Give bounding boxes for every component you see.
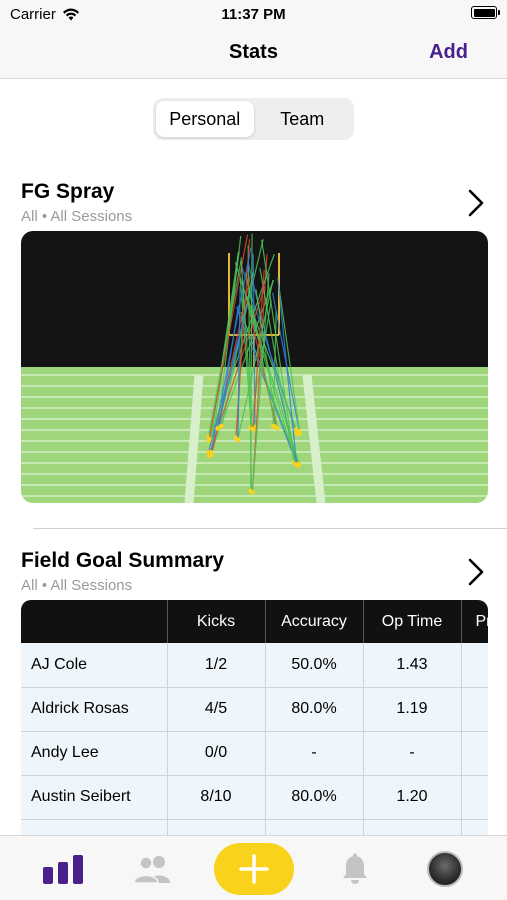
op-time-cell: 1.43: [363, 643, 462, 688]
kick-spot: [250, 426, 255, 432]
table-row[interactable]: AJ Cole 1/2 50.0% 1.43: [21, 643, 488, 688]
clock: 11:37 PM: [221, 6, 286, 23]
player-name: AJ Cole: [21, 643, 168, 688]
player-name: [21, 819, 168, 836]
kick-spot: [207, 436, 212, 442]
pr-cell: [461, 775, 488, 820]
table-row[interactable]: Andy Lee 0/0 - -: [21, 731, 488, 776]
kicks-cell: 4/5: [167, 687, 266, 732]
field-goal-summary-table[interactable]: Kicks Accuracy Op Time Pr AJ Cole 1/2 50…: [21, 600, 488, 836]
table-header-row: Kicks Accuracy Op Time Pr: [21, 600, 488, 643]
header-kicks[interactable]: Kicks: [167, 600, 266, 643]
field-goal-summary-subtitle: All • All Sessions: [21, 577, 133, 594]
header-op-time[interactable]: Op Time: [363, 600, 462, 643]
op-time-cell: [363, 819, 462, 836]
add-kick-button[interactable]: [214, 843, 294, 895]
tab-team[interactable]: [120, 836, 185, 900]
table-row[interactable]: [21, 819, 488, 836]
table-row[interactable]: Aldrick Rosas 4/5 80.0% 1.19: [21, 687, 488, 732]
pr-cell: [461, 687, 488, 732]
field-goal-summary-chevron-right-icon[interactable]: [463, 557, 487, 587]
kicks-cell: [167, 819, 266, 836]
kick-spot: [235, 437, 241, 443]
fg-spray-canvas: [21, 231, 488, 503]
op-time-cell: -: [363, 731, 462, 776]
personal-team-segmented-control: Personal Team: [153, 98, 354, 140]
field-goal-summary-title: Field Goal Summary: [21, 549, 225, 572]
player-name: Austin Seibert: [21, 775, 168, 820]
tab-profile[interactable]: [412, 836, 477, 900]
op-time-cell: 1.19: [363, 687, 462, 732]
accuracy-cell: -: [265, 731, 364, 776]
segment-team[interactable]: Team: [254, 101, 352, 137]
kicks-cell: 1/2: [167, 643, 266, 688]
kicks-cell: 0/0: [167, 731, 266, 776]
tab-notifications[interactable]: [322, 836, 387, 900]
kick-spot: [250, 490, 255, 495]
accuracy-cell: [265, 819, 364, 836]
bell-icon: [342, 853, 367, 884]
kick-spot: [208, 450, 214, 455]
table-row[interactable]: Austin Seibert 8/10 80.0% 1.20: [21, 775, 488, 820]
navigation-bar: Stats Add: [0, 30, 507, 79]
pr-cell: [461, 819, 488, 836]
kicks-cell: 8/10: [167, 775, 266, 820]
fg-spray-chevron-right-icon[interactable]: [463, 188, 487, 218]
battery-icon: [471, 6, 500, 19]
accuracy-cell: 50.0%: [265, 643, 364, 688]
tab-stats[interactable]: [30, 836, 95, 900]
avatar: [426, 850, 463, 887]
accuracy-cell: 80.0%: [265, 775, 364, 820]
stats-icon: [42, 854, 83, 884]
kick-spot: [297, 429, 302, 434]
kick-spot: [215, 426, 220, 431]
fg-spray-subtitle: All • All Sessions: [21, 208, 133, 225]
op-time-cell: 1.20: [363, 775, 462, 820]
tab-bar: [0, 835, 507, 900]
pr-cell: [461, 731, 488, 776]
kick-spot: [275, 426, 280, 431]
header-pr[interactable]: Pr: [461, 600, 488, 643]
plus-icon: [239, 854, 269, 884]
header-accuracy[interactable]: Accuracy: [265, 600, 364, 643]
pr-cell: [461, 643, 488, 688]
kick-spot: [297, 462, 302, 467]
accuracy-cell: 80.0%: [265, 687, 364, 732]
player-name: Aldrick Rosas: [21, 687, 168, 732]
add-button[interactable]: Add: [429, 41, 468, 64]
segment-personal[interactable]: Personal: [156, 101, 254, 137]
team-icon: [132, 855, 170, 884]
fg-spray-chart[interactable]: [21, 231, 488, 503]
header-player: [21, 600, 168, 643]
player-name: Andy Lee: [21, 731, 168, 776]
section-divider: [33, 528, 507, 529]
status-bar: Carrier 11:37 PM: [0, 0, 507, 30]
fg-spray-title: FG Spray: [21, 180, 115, 203]
